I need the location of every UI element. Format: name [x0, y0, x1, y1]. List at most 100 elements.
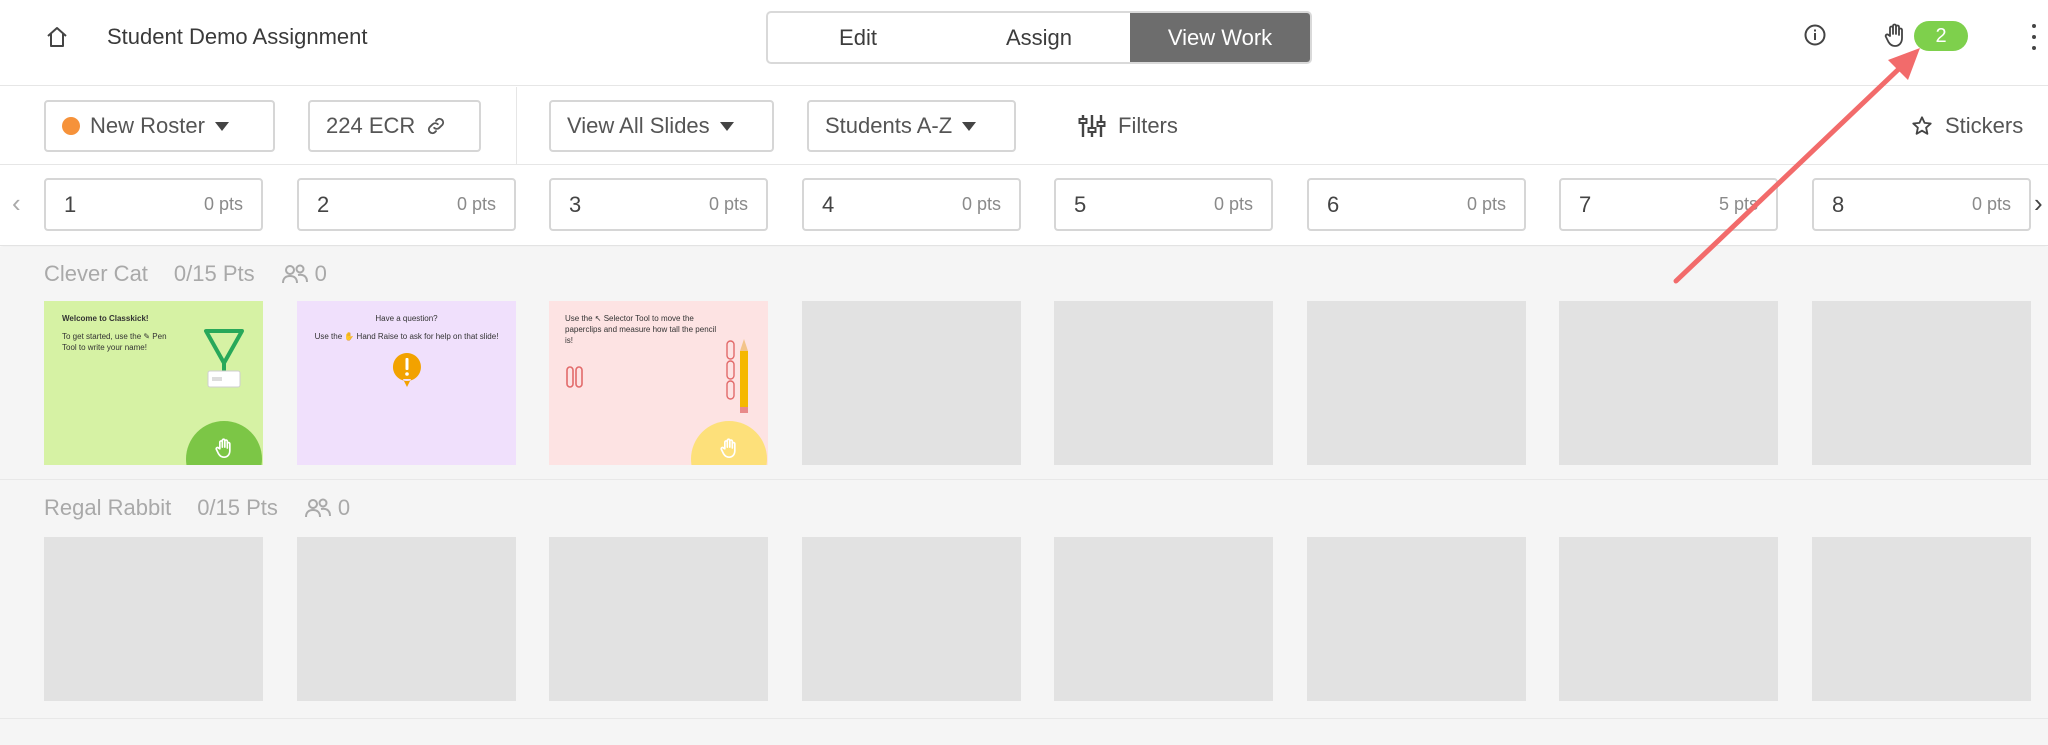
slide-tab[interactable]: 5 0 pts — [1054, 178, 1273, 231]
thumbnail-text: Use the ↖ Selector Tool to move the pape… — [565, 314, 717, 345]
empty-slide-thumbnail[interactable] — [297, 537, 516, 701]
lanyard-badge-icon — [204, 329, 244, 388]
toolbar-divider — [516, 87, 517, 165]
student-row: Regal Rabbit 0/15 Pts 0 — [0, 481, 2048, 719]
student-slide-thumbnail[interactable]: Use the ↖ Selector Tool to move the pape… — [549, 301, 768, 465]
empty-slide-thumbnail[interactable] — [802, 301, 1021, 465]
thumbnail-title: Welcome to Classkick! — [62, 314, 149, 323]
slide-points: 0 pts — [456, 194, 496, 214]
kebab-dot-icon — [2032, 24, 2036, 28]
student-row: Clever Cat 0/15 Pts 0 Welcome to Classki… — [0, 247, 2048, 480]
filters-button[interactable]: Filters — [1078, 100, 1178, 152]
group-count: 0 — [337, 495, 351, 520]
slide-number: 6 — [1327, 191, 1340, 217]
student-score: 0/15 Pts — [173, 261, 255, 286]
group-count: 0 — [314, 261, 327, 286]
slide-number: 4 — [822, 191, 835, 217]
roster-label: New Roster — [90, 113, 205, 138]
hand-raise-button[interactable] — [1880, 18, 1910, 52]
assignment-title: Student Demo Assignment — [107, 24, 368, 49]
empty-slide-thumbnail[interactable] — [1054, 537, 1273, 701]
slide-points: 5 pts — [1718, 194, 1758, 214]
slide-points: 0 pts — [708, 194, 748, 214]
student-name[interactable]: Regal Rabbit — [44, 495, 171, 521]
student-name[interactable]: Clever Cat — [44, 261, 148, 287]
info-button[interactable] — [1800, 20, 1830, 50]
thumbnail-text: To get started, use the ✎ Pen Tool to wr… — [62, 332, 167, 352]
empty-slide-thumbnail[interactable] — [1559, 301, 1778, 465]
stickers-button[interactable]: Stickers — [1911, 100, 2023, 152]
thumbnail-title: Have a question? — [375, 314, 438, 323]
slide-points: 0 pts — [1213, 194, 1253, 214]
chevron-right-icon[interactable]: › — [2034, 188, 2043, 219]
tab-view-work[interactable]: View Work — [1130, 13, 1310, 62]
group-icon — [281, 264, 308, 284]
empty-slide-thumbnail[interactable] — [1307, 537, 1526, 701]
help-request-indicator[interactable] — [186, 421, 262, 465]
slide-tab[interactable]: 1 0 pts — [44, 178, 263, 231]
slide-number: 2 — [317, 191, 330, 217]
empty-slide-thumbnail[interactable] — [1054, 301, 1273, 465]
empty-slide-thumbnail[interactable] — [549, 537, 768, 701]
slides-filter-dropdown[interactable]: View All Slides — [549, 100, 774, 152]
student-slide-thumbnail[interactable]: Welcome to Classkick! To get started, us… — [44, 301, 263, 465]
hand-icon — [1884, 23, 1903, 47]
link-icon — [428, 117, 445, 135]
filters-label: Filters — [1118, 113, 1178, 138]
student-score: 0/15 Pts — [197, 495, 278, 520]
student-header: Clever Cat 0/15 Pts 0 — [44, 261, 327, 287]
slide-points: 0 pts — [203, 194, 243, 214]
classkick-view-work: Student Demo Assignment Edit Assign View… — [0, 0, 2048, 745]
more-options-button[interactable] — [2028, 20, 2040, 54]
tab-assign[interactable]: Assign — [948, 13, 1130, 62]
hand-icon — [215, 438, 231, 458]
student-groups: 0 — [281, 261, 327, 287]
tab-edit[interactable]: Edit — [768, 13, 948, 62]
empty-slide-thumbnail[interactable] — [1307, 301, 1526, 465]
slide-tab[interactable]: 4 0 pts — [802, 178, 1021, 231]
slide-number: 1 — [64, 191, 77, 217]
slide-tab[interactable]: 3 0 pts — [549, 178, 768, 231]
roster-dropdown[interactable]: New Roster — [44, 100, 275, 152]
slide-tab[interactable]: 8 0 pts — [1812, 178, 2031, 231]
student-work-grid: Clever Cat 0/15 Pts 0 Welcome to Classki… — [0, 247, 2048, 745]
empty-slide-thumbnail[interactable] — [44, 537, 263, 701]
info-icon — [1804, 24, 1826, 46]
slide-number: 8 — [1832, 191, 1845, 217]
slide-number: 7 — [1579, 191, 1592, 217]
slide-number: 5 — [1074, 191, 1087, 217]
filter-bar: New Roster 224 ECR View All Slides Stude… — [0, 87, 2048, 165]
kebab-dot-icon — [2032, 35, 2036, 39]
help-request-indicator[interactable] — [691, 421, 767, 465]
slide-points: 0 pts — [1466, 194, 1506, 214]
hand-raise-count-badge[interactable]: 2 — [1914, 21, 1968, 51]
kebab-dot-icon — [2032, 46, 2036, 50]
empty-slide-thumbnail[interactable] — [802, 537, 1021, 701]
class-code-button[interactable]: 224 ECR — [308, 100, 481, 152]
slides-filter-label: View All Slides — [567, 113, 710, 138]
slide-tab[interactable]: 6 0 pts — [1307, 178, 1526, 231]
caret-down-icon — [962, 121, 977, 131]
slide-tab[interactable]: 7 5 pts — [1559, 178, 1778, 231]
pencil-and-paperclips-icon — [726, 339, 748, 413]
home-icon — [47, 27, 67, 47]
slide-number: 3 — [569, 191, 582, 217]
home-button[interactable] — [40, 20, 74, 54]
empty-slide-thumbnail[interactable] — [1559, 537, 1778, 701]
slide-tab[interactable]: 2 0 pts — [297, 178, 516, 231]
exclamation-bubble-icon — [392, 353, 421, 387]
sort-dropdown[interactable]: Students A-Z — [807, 100, 1016, 152]
chevron-left-icon[interactable]: ‹ — [12, 188, 21, 219]
empty-slide-thumbnail[interactable] — [1812, 301, 2031, 465]
roster-color-dot — [62, 117, 80, 135]
sort-label: Students A-Z — [825, 113, 953, 138]
star-icon — [1912, 116, 1932, 135]
caret-down-icon — [214, 121, 229, 131]
class-code-label: 224 ECR — [326, 113, 416, 138]
empty-slide-thumbnail[interactable] — [1812, 537, 2031, 701]
student-groups: 0 — [304, 495, 350, 521]
student-slide-thumbnail[interactable]: Have a question? Use the ✋ Hand Raise to… — [297, 301, 516, 465]
slide-strip: ‹ 1 0 pts 2 0 pts 3 0 pts 4 0 pts 5 0 pts 6 0 … — [0, 166, 2048, 246]
mode-switch: Edit Assign View Work — [766, 11, 1312, 64]
thumbnail-text: Use the ✋ Hand Raise to ask for help on … — [314, 332, 499, 341]
